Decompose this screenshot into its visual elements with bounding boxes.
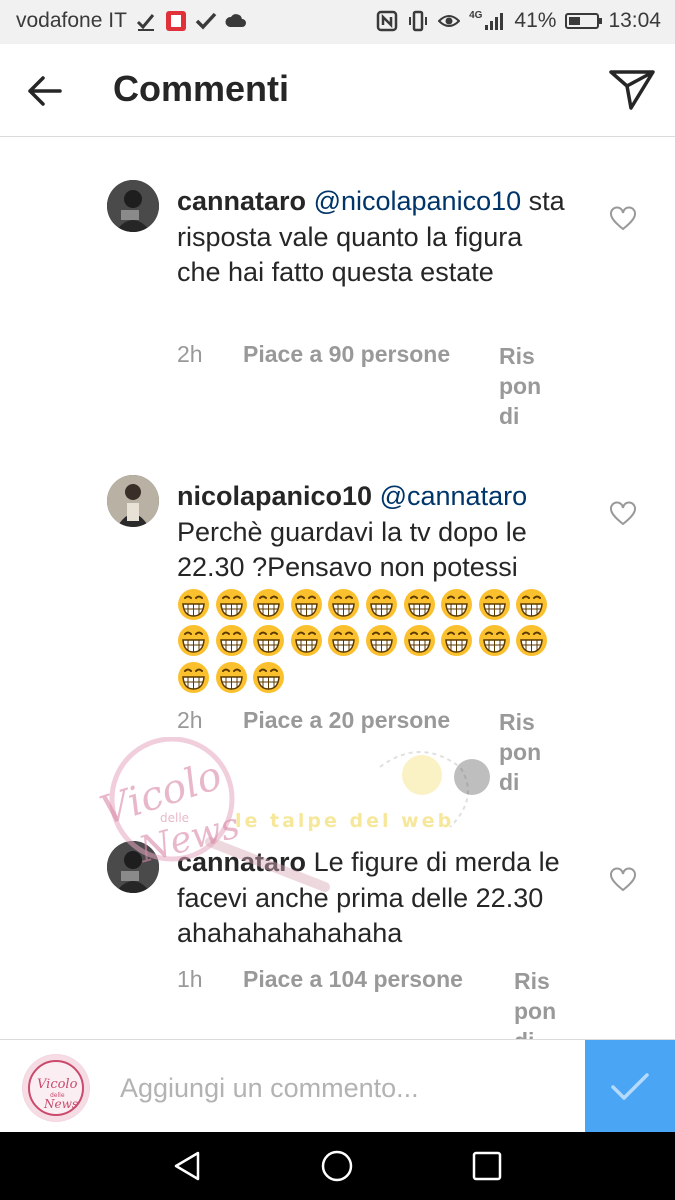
download-done-icon: [136, 14, 155, 31]
avatar-photo: [107, 841, 159, 893]
network-type: 4G: [469, 9, 483, 21]
comment-username[interactable]: cannataro: [177, 186, 306, 216]
comment-time: 2h: [177, 341, 203, 367]
grinning-face-emoji: [178, 625, 209, 656]
paper-plane-icon: [609, 70, 655, 110]
comment-input[interactable]: [120, 1068, 570, 1108]
cloud-icon: [225, 14, 246, 27]
post-comment-button[interactable]: [585, 1040, 675, 1133]
reply-button[interactable]: Rispondi: [499, 707, 545, 797]
grinning-face-emoji: [441, 588, 473, 620]
nfc-icon: [376, 10, 398, 32]
grinning-face-emoji: [478, 588, 510, 620]
header-bar: Commenti: [0, 44, 675, 137]
comment-body: Perchè guardavi la tv dopo le 22.30 ?Pen…: [177, 516, 527, 583]
arrow-left-icon: [28, 76, 62, 106]
avatar-photo: [107, 180, 159, 232]
grinning-face-emoji: [253, 625, 285, 656]
grinning-face-emoji: [328, 625, 360, 656]
like-heart-icon[interactable]: [609, 867, 637, 893]
grinning-face-emoji: [253, 661, 285, 693]
grinning-face-emoji: [290, 588, 322, 620]
status-bar: vodafone IT 4G 41% 13:04: [0, 0, 675, 44]
comment-text: nicolapanico10 @cannataro Perchè guardav…: [177, 479, 567, 697]
page-title: Commenti: [113, 68, 290, 109]
nav-back-icon[interactable]: [170, 1149, 204, 1183]
avatar[interactable]: [107, 475, 159, 527]
system-nav-bar: [0, 1132, 675, 1200]
battery-icon: [565, 13, 603, 29]
eye-icon: [438, 15, 461, 27]
carrier-label: vodafone IT: [16, 9, 127, 32]
grinning-face-emoji: [290, 625, 322, 656]
comment-mention[interactable]: @nicolapanico10: [314, 186, 522, 216]
signal-icon: [485, 13, 504, 30]
share-button[interactable]: [609, 68, 655, 112]
comment-username[interactable]: nicolapanico10: [177, 481, 372, 511]
comment-text: cannataro Le figure di merda le facevi a…: [177, 845, 567, 952]
comment-likes[interactable]: Piace a 104 persone: [243, 966, 463, 993]
user-avatar: Vicolo delle News: [22, 1054, 90, 1122]
battery-percent: 41%: [514, 9, 557, 32]
comment-mention[interactable]: @cannataro: [380, 481, 528, 511]
grinning-face-emoji: [516, 625, 548, 656]
grinning-face-emoji: [365, 588, 397, 620]
vibrate-icon: [409, 10, 428, 32]
comment-text: cannataro @nicolapanico10 sta risposta v…: [177, 184, 567, 291]
comments-list: cannataro @nicolapanico10 sta risposta v…: [0, 137, 675, 1039]
grinning-face-emoji: [178, 588, 209, 620]
nav-recents-icon[interactable]: [470, 1149, 504, 1183]
clock: 13:04: [608, 9, 661, 32]
back-button[interactable]: [24, 70, 66, 112]
check-icon: [195, 12, 217, 30]
grinning-face-emoji: [328, 588, 360, 620]
svg-text:Vicolo: Vicolo: [37, 1077, 78, 1092]
grinning-face-emoji: [516, 588, 548, 620]
comment-username[interactable]: cannataro: [177, 847, 306, 877]
user-avatar-image: Vicolo delle News: [23, 1055, 89, 1121]
comment-time: 1h: [177, 966, 203, 992]
grinning-face-emoji: [403, 625, 435, 656]
comment-likes[interactable]: Piace a 20 persone: [243, 707, 450, 734]
like-heart-icon[interactable]: [609, 206, 637, 232]
comment-time: 2h: [177, 707, 203, 733]
comment-composer: Vicolo delle News: [0, 1039, 675, 1133]
avatar[interactable]: [107, 180, 159, 232]
watermark-text-4: le talpe del web: [235, 810, 454, 832]
grinning-face-emoji: [253, 588, 285, 620]
notification-app-icon: [165, 11, 186, 31]
avatar-photo: [107, 475, 159, 527]
emoji-group: [177, 588, 567, 698]
svg-text:News: News: [43, 1097, 78, 1111]
grinning-face-emoji: [215, 588, 247, 620]
grinning-face-emoji: [478, 625, 510, 656]
nav-home-icon[interactable]: [320, 1149, 354, 1183]
watermark-text-2: delle: [160, 811, 189, 825]
like-heart-icon[interactable]: [609, 501, 637, 527]
reply-button[interactable]: Rispondi: [514, 966, 560, 1039]
grinning-face-emoji: [441, 625, 473, 656]
grinning-face-emoji: [215, 625, 247, 656]
grinning-face-emoji: [215, 661, 247, 693]
grinning-face-emoji: [403, 588, 435, 620]
grinning-face-emoji: [365, 625, 397, 656]
reply-button[interactable]: Rispondi: [499, 341, 545, 431]
watermark-text-1: Vicolo: [95, 752, 227, 834]
comment-likes[interactable]: Piace a 90 persone: [243, 341, 450, 368]
check-icon: [611, 1072, 649, 1100]
avatar[interactable]: [107, 841, 159, 893]
grinning-face-emoji: [178, 661, 209, 693]
